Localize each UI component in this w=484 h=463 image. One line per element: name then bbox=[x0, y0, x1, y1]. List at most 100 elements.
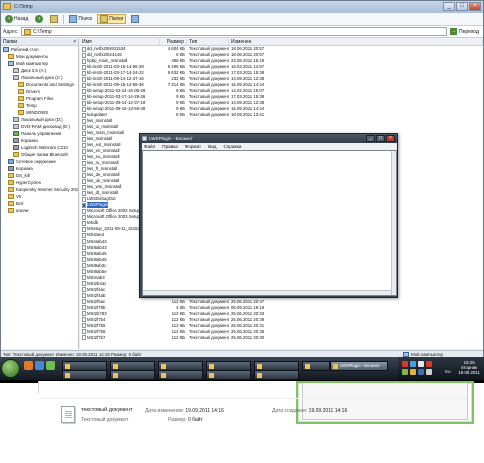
tree-item[interactable]: Локальный диск (C:) bbox=[1, 74, 78, 81]
folder-icon bbox=[18, 96, 24, 101]
tree-item[interactable]: Корзина bbox=[1, 165, 78, 172]
update-icon[interactable] bbox=[402, 369, 408, 375]
up-button[interactable] bbox=[48, 14, 60, 24]
text-file-icon bbox=[82, 196, 86, 202]
tree-item[interactable]: Корзина bbox=[1, 137, 78, 144]
menu-file[interactable]: Файл bbox=[144, 143, 155, 150]
alert-icon[interactable] bbox=[426, 361, 432, 367]
search-button[interactable]: Поиск bbox=[67, 14, 94, 24]
text-file-icon bbox=[82, 311, 86, 317]
folders-button[interactable]: Папки bbox=[97, 14, 127, 24]
tree-item[interactable]: Мои документы bbox=[1, 53, 78, 60]
tree-item[interactable]: Documents and Settings bbox=[1, 81, 78, 88]
tree-item[interactable]: Рабочий стол bbox=[1, 46, 78, 53]
maximize-button[interactable]: □ bbox=[456, 2, 468, 11]
text-file-icon bbox=[82, 76, 86, 82]
notepad-minimize-button[interactable]: _ bbox=[366, 135, 375, 142]
notepad-maximize-button[interactable]: □ bbox=[376, 135, 385, 142]
text-file-icon bbox=[82, 148, 86, 154]
browser-icon[interactable] bbox=[35, 361, 44, 370]
notepad-title-bar[interactable]: LWSPlugin - Блокнот _ □ × bbox=[140, 134, 397, 143]
text-file-icon bbox=[82, 329, 86, 335]
taskbar-button-row2[interactable] bbox=[158, 370, 203, 380]
text-file-icon bbox=[82, 46, 86, 52]
tree-item[interactable]: Logitech Webcam C210 bbox=[1, 144, 78, 151]
taskbar-button[interactable]: LWSPlugin - Блокнот bbox=[330, 361, 388, 371]
text-file-icon bbox=[82, 214, 86, 220]
tree-item-label: Всё bbox=[16, 201, 24, 206]
horizontal-scrollbar[interactable] bbox=[143, 290, 391, 295]
quick-launch-icon[interactable] bbox=[46, 361, 55, 370]
taskbar-button-row2[interactable] bbox=[206, 370, 251, 380]
taskbar-button-row2[interactable] bbox=[110, 370, 155, 380]
tree-item[interactable]: DS_kill bbox=[1, 172, 78, 179]
network-icon[interactable] bbox=[410, 361, 416, 367]
tree-item[interactable]: ключи bbox=[1, 207, 78, 214]
tree-item-label: Logitech Webcam C210 bbox=[21, 145, 68, 150]
tree-item-label: Корзина bbox=[16, 166, 33, 171]
folders-icon bbox=[100, 15, 109, 23]
taskbar-button-row2[interactable] bbox=[254, 370, 299, 380]
text-file-icon bbox=[82, 335, 86, 341]
tree-item[interactable]: Сетевое окружение bbox=[1, 158, 78, 165]
tree-item[interactable]: Диск 3,5 (A:) bbox=[1, 67, 78, 74]
start-button[interactable] bbox=[1, 359, 20, 378]
menu-format[interactable]: Формат bbox=[185, 143, 201, 150]
file-row[interactable]: MSI2f7b7 112 КБ Текстовый документ 25.06.20… bbox=[80, 335, 483, 341]
notepad-text-area[interactable] bbox=[142, 150, 397, 296]
text-file-icon bbox=[82, 305, 86, 311]
tree-item[interactable]: VII bbox=[1, 193, 78, 200]
text-file-icon bbox=[82, 226, 86, 232]
menu-help[interactable]: Справка bbox=[223, 143, 241, 150]
column-modified[interactable]: Изменен bbox=[229, 39, 483, 45]
column-type[interactable]: Тип bbox=[187, 39, 229, 45]
antivirus-icon[interactable] bbox=[402, 361, 408, 367]
language-indicator[interactable]: RU bbox=[445, 369, 451, 374]
tree-item[interactable]: Temp bbox=[1, 102, 78, 109]
minimize-button[interactable]: _ bbox=[443, 2, 455, 11]
tree-item[interactable]: Общие папки Bluetooth bbox=[1, 151, 78, 158]
go-button[interactable]: → Переход bbox=[447, 28, 483, 35]
tree-item[interactable]: Program Files bbox=[1, 95, 78, 102]
taskbar-button[interactable] bbox=[302, 361, 330, 371]
firefox-icon[interactable] bbox=[24, 361, 33, 370]
text-file-icon bbox=[82, 239, 86, 244]
tree-item-label: HyperCycles bbox=[16, 180, 41, 185]
views-button[interactable] bbox=[129, 14, 141, 24]
tree-item[interactable]: Всё bbox=[1, 200, 78, 207]
tree-item[interactable]: Drivers bbox=[1, 88, 78, 95]
tree-item[interactable]: HyperCycles bbox=[1, 179, 78, 186]
volume-icon[interactable] bbox=[418, 361, 424, 367]
close-button[interactable]: × bbox=[469, 2, 481, 11]
tree-item[interactable]: DVD-RAM дисковод (E:) bbox=[1, 123, 78, 130]
menu-view[interactable]: Вид bbox=[208, 143, 216, 150]
back-button[interactable]: ‹ Назад bbox=[3, 14, 30, 24]
forward-button[interactable]: › bbox=[33, 14, 45, 24]
usb-icon[interactable] bbox=[426, 369, 432, 375]
column-name[interactable]: Имя bbox=[80, 39, 160, 45]
tree-close-button[interactable]: × bbox=[73, 39, 76, 45]
folder-tree: Папки × Рабочий стол Мои документы Мой ком… bbox=[1, 39, 79, 349]
tree-item[interactable]: Панель управления bbox=[1, 130, 78, 137]
vertical-scrollbar[interactable] bbox=[391, 151, 396, 295]
tree-item[interactable]: WINDOWS bbox=[1, 109, 78, 116]
shield-icon[interactable] bbox=[410, 369, 416, 375]
text-file-icon bbox=[82, 263, 86, 269]
text-file-icon bbox=[82, 269, 86, 275]
tree-item-label: Documents and Settings bbox=[26, 82, 74, 87]
folder-up-icon bbox=[50, 15, 59, 23]
bluetooth-icon[interactable] bbox=[418, 369, 424, 375]
menu-edit[interactable]: Правка bbox=[162, 143, 178, 150]
text-file-icon bbox=[82, 251, 86, 257]
taskbar-button-row2[interactable] bbox=[62, 370, 107, 380]
title-bar[interactable]: C:\Temp _ □ × bbox=[1, 1, 483, 13]
folders-label: Папки bbox=[109, 16, 124, 22]
notepad-close-button[interactable]: × bbox=[386, 135, 395, 142]
tree-item-label: Локальный диск (C:) bbox=[21, 75, 63, 80]
tree-item[interactable]: Локальный диск (D:) bbox=[1, 116, 78, 123]
tree-item[interactable]: Мой компьютер bbox=[1, 60, 78, 67]
clock[interactable]: 15:25 вторник 19.09.2011 bbox=[458, 360, 480, 375]
tree-item[interactable]: Kaspersky Internet Security 2012 bbox=[1, 186, 78, 193]
address-field[interactable]: C:\Temp bbox=[21, 27, 447, 36]
column-size[interactable]: Размер bbox=[160, 39, 187, 45]
